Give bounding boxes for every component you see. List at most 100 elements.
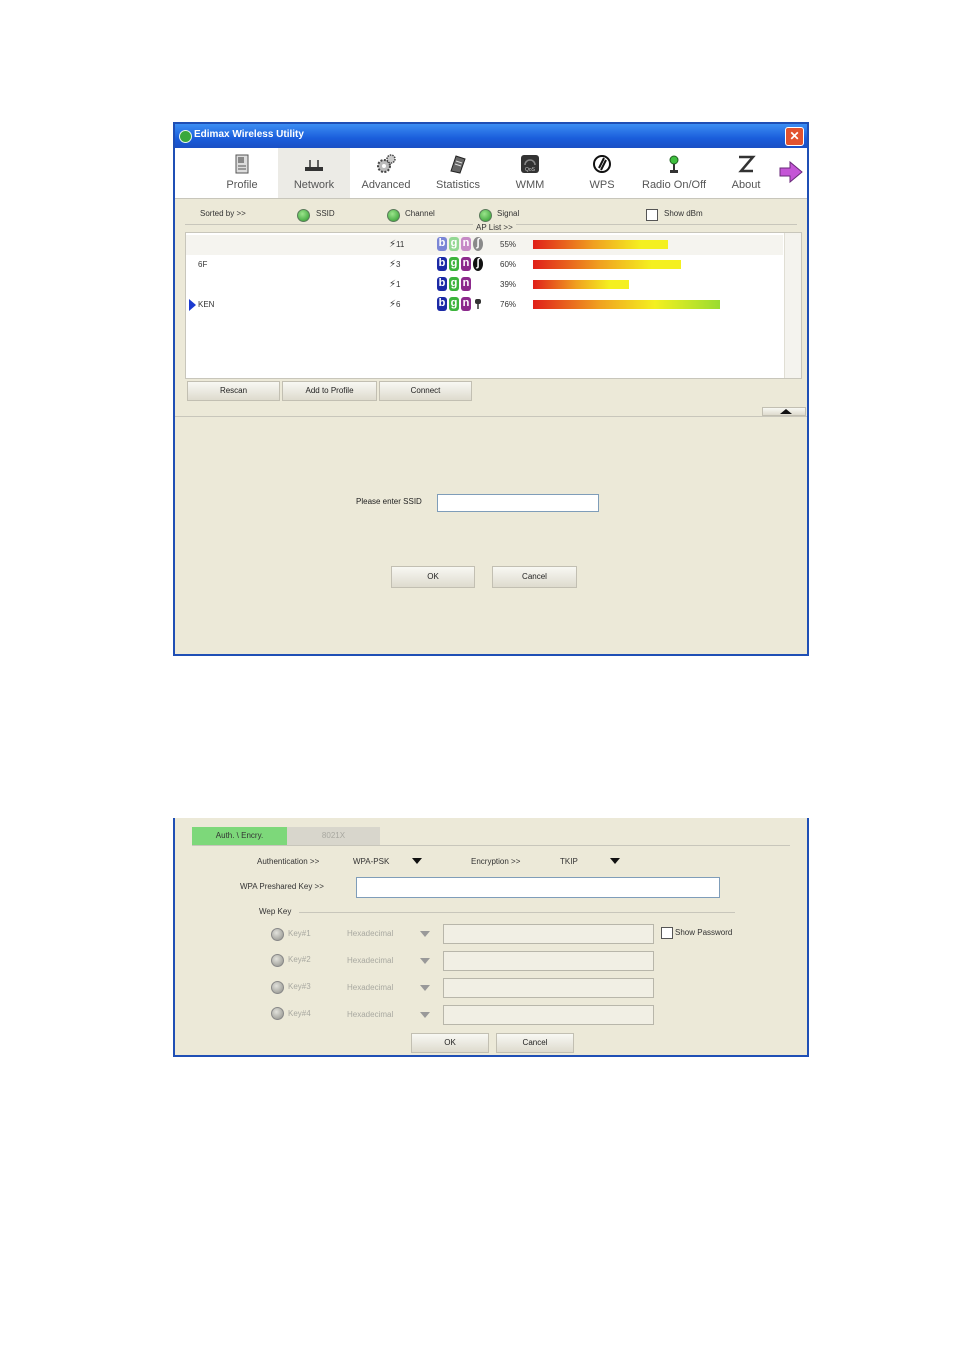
wps-icon: ʃ: [473, 237, 483, 251]
toolbar-radio[interactable]: Radio On/Off: [638, 148, 710, 198]
app-icon: [179, 130, 192, 143]
key3-format-select[interactable]: Hexadecimal: [347, 983, 393, 992]
authentication-dropdown-icon[interactable]: [412, 858, 422, 864]
toolbar-wmm[interactable]: QoS WMM: [494, 148, 566, 198]
ap-channel: ⚡︎6: [389, 299, 400, 310]
key3-dropdown-icon[interactable]: [420, 985, 430, 991]
close-button[interactable]: ✕: [785, 127, 804, 146]
ap-channel: ⚡︎3: [389, 259, 400, 270]
svg-text:QoS: QoS: [525, 167, 536, 173]
show-password-label: Show Password: [675, 928, 733, 937]
sorted-by-label: Sorted by >>: [200, 209, 246, 218]
ap-channel: ⚡︎1: [389, 279, 400, 290]
channel-icon: ⚡︎: [389, 239, 397, 250]
toolbar-statistics[interactable]: Statistics: [422, 148, 494, 198]
mode-n-badge: n: [461, 277, 471, 291]
connect-button[interactable]: Connect: [379, 381, 472, 401]
sort-signal-radio[interactable]: [479, 209, 492, 222]
cancel-button[interactable]: Cancel: [496, 1033, 574, 1053]
toolbar-about[interactable]: About: [710, 148, 782, 198]
sort-ssid-radio[interactable]: [297, 209, 310, 222]
toolbar: Profile Network Advanced Statistics QoS …: [175, 148, 807, 199]
key1-format-select[interactable]: Hexadecimal: [347, 929, 393, 938]
wpa-key-input[interactable]: [356, 877, 720, 898]
encryption-dropdown-icon[interactable]: [610, 858, 620, 864]
key4-dropdown-icon[interactable]: [420, 1012, 430, 1018]
wps-icon: ʃ: [473, 257, 483, 271]
toolbar-label: WMM: [515, 179, 545, 191]
channel-icon: ⚡︎: [389, 299, 397, 310]
mode-g-badge: g: [449, 237, 459, 251]
ap-list[interactable]: ⚡︎11 b g n ʃ 55% 6F ⚡︎3 b g n ʃ 60% ⚡︎1 …: [185, 232, 802, 379]
toolbar-advanced[interactable]: Advanced: [350, 148, 422, 198]
ok-button[interactable]: OK: [411, 1033, 489, 1053]
key1-radio[interactable]: [271, 928, 284, 941]
toolbar-profile[interactable]: Profile: [206, 148, 278, 198]
key2-dropdown-icon[interactable]: [420, 958, 430, 964]
key3-input[interactable]: [443, 978, 654, 998]
encryption-select[interactable]: TKIP: [560, 857, 578, 866]
scrollbar[interactable]: [784, 233, 801, 378]
toolbar-label: Radio On/Off: [642, 179, 706, 191]
collapse-button[interactable]: [762, 407, 806, 416]
mode-g-badge: g: [449, 297, 459, 311]
key1-dropdown-icon[interactable]: [420, 931, 430, 937]
key3-radio[interactable]: [271, 981, 284, 994]
authentication-select[interactable]: WPA-PSK: [353, 857, 389, 866]
mode-n-badge: n: [461, 297, 471, 311]
sort-channel-radio[interactable]: [387, 209, 400, 222]
gears-icon: [377, 154, 396, 173]
lock-icon: [475, 299, 481, 309]
mode-g-badge: g: [449, 257, 459, 271]
sort-channel-label: Channel: [405, 209, 435, 218]
toolbar-wps[interactable]: WPS: [566, 148, 638, 198]
toolbar-network[interactable]: Network: [278, 148, 350, 198]
divider: [192, 845, 790, 846]
ap-ssid: 6F: [198, 260, 208, 269]
key2-radio[interactable]: [271, 954, 284, 967]
rescan-button[interactable]: Rescan: [187, 381, 280, 401]
mode-n-badge: n: [461, 237, 471, 251]
ssid-input[interactable]: [437, 494, 599, 512]
channel-icon: ⚡︎: [389, 259, 397, 270]
key1-input[interactable]: [443, 924, 654, 944]
tab-auth-encry[interactable]: Auth. \ Encry.: [192, 827, 287, 845]
key2-input[interactable]: [443, 951, 654, 971]
key2-format-select[interactable]: Hexadecimal: [347, 956, 393, 965]
divider: [299, 912, 735, 913]
ap-list-label: AP List >>: [473, 223, 516, 232]
divider: [175, 416, 807, 417]
edimax-utility-window: Edimax Wireless Utility ✕ Profile Networ…: [173, 122, 809, 656]
key4-format-select[interactable]: Hexadecimal: [347, 1010, 393, 1019]
ap-row[interactable]: KEN ⚡︎6 b g n 76%: [186, 295, 783, 315]
wep-key-label: Wep Key: [259, 907, 292, 916]
mode-b-badge: b: [437, 277, 447, 291]
ap-row[interactable]: ⚡︎11 b g n ʃ 55%: [186, 235, 783, 255]
wps-icon: [593, 155, 611, 173]
show-dbm-checkbox[interactable]: [646, 209, 658, 221]
mode-n-badge: n: [461, 257, 471, 271]
add-to-profile-button[interactable]: Add to Profile: [282, 381, 377, 401]
key4-label: Key#4: [288, 1009, 311, 1018]
sort-ssid-label: SSID: [316, 209, 335, 218]
toolbar-label: Profile: [226, 179, 258, 191]
show-dbm-label: Show dBm: [664, 209, 703, 218]
cancel-button[interactable]: Cancel: [492, 566, 577, 588]
key4-input[interactable]: [443, 1005, 654, 1025]
mode-b-badge: b: [437, 237, 447, 251]
key4-radio[interactable]: [271, 1007, 284, 1020]
sort-row: Sorted by >> SSID Channel Signal Show dB…: [175, 202, 807, 232]
tab-8021x[interactable]: 8021X: [287, 827, 380, 845]
ap-row[interactable]: 6F ⚡︎3 b g n ʃ 60%: [186, 255, 783, 275]
ok-button[interactable]: OK: [391, 566, 475, 588]
show-password-checkbox[interactable]: [661, 927, 673, 939]
ap-channel: ⚡︎11: [389, 239, 404, 250]
radio-icon: [669, 155, 679, 173]
signal-bar: [533, 240, 668, 249]
wpa-key-label: WPA Preshared Key >>: [240, 882, 324, 891]
authentication-label: Authentication >>: [257, 857, 320, 866]
next-arrow-icon[interactable]: [778, 160, 804, 184]
ap-row[interactable]: ⚡︎1 b g n 39%: [186, 275, 783, 295]
key2-label: Key#2: [288, 955, 311, 964]
encryption-label: Encryption >>: [471, 857, 521, 866]
